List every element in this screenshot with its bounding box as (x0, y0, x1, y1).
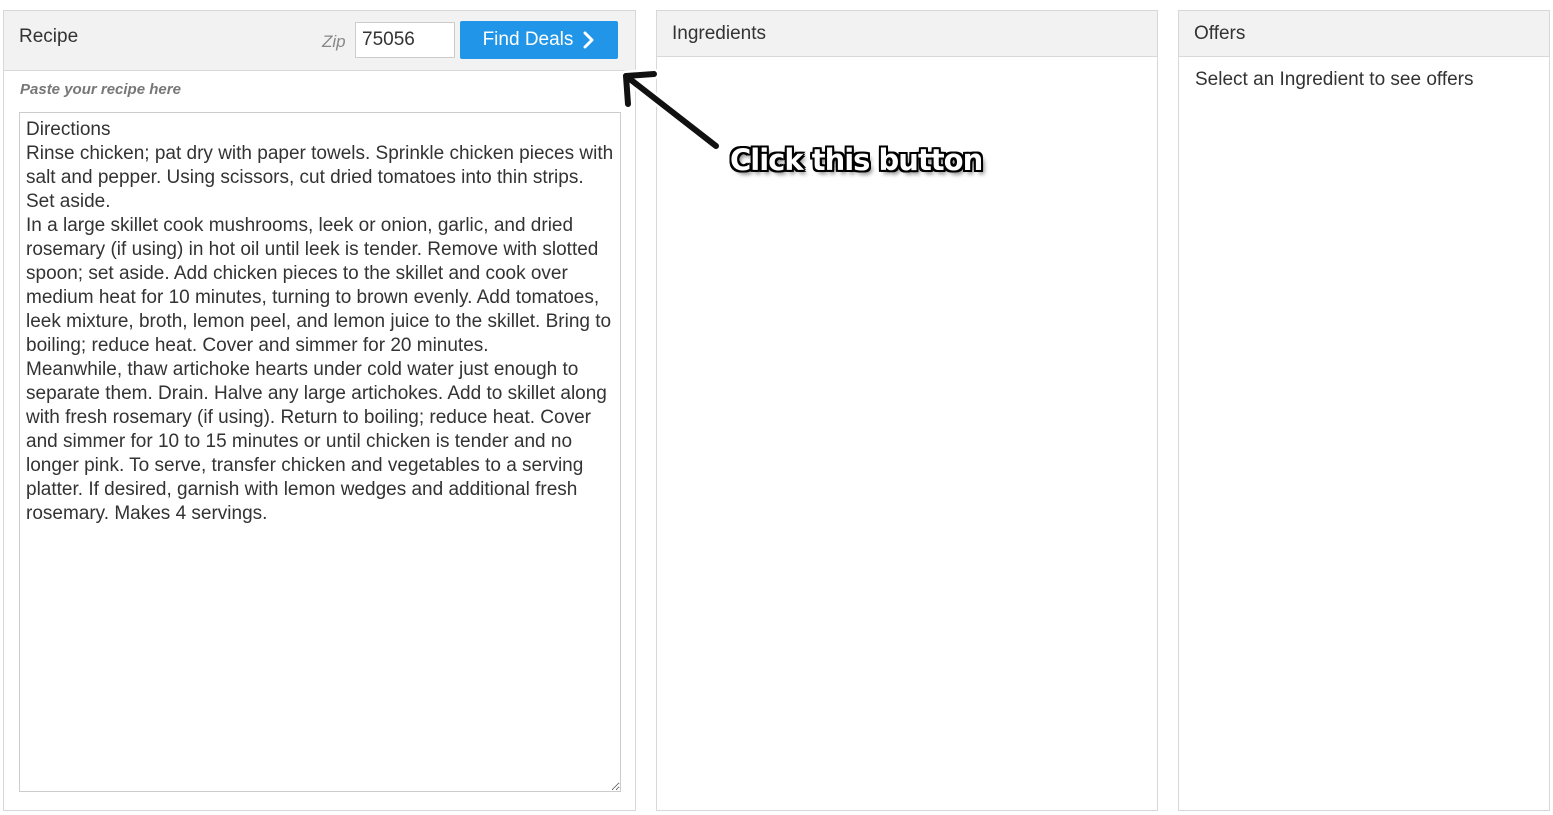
zip-input[interactable] (355, 22, 455, 58)
ingredients-panel-header: Ingredients (657, 11, 1157, 57)
recipe-panel-header: Recipe Zip Find Deals (4, 11, 635, 71)
arrow-up-left-icon (620, 68, 722, 152)
offers-panel: Offers Select an Ingredient to see offer… (1178, 10, 1550, 811)
offers-panel-header: Offers (1179, 11, 1549, 57)
offers-panel-title: Offers (1194, 23, 1246, 44)
recipe-panel: Recipe Zip Find Deals Paste your recipe … (3, 10, 636, 811)
find-deals-button-label: Find Deals (482, 29, 574, 50)
offers-empty-message: Select an Ingredient to see offers (1195, 69, 1474, 90)
ingredients-panel-title: Ingredients (672, 23, 767, 44)
recipe-panel-title: Recipe (19, 26, 79, 47)
zip-label: Zip (322, 32, 346, 51)
paste-recipe-hint: Paste your recipe here (20, 81, 181, 98)
chevron-right-icon (583, 31, 595, 49)
annotation-label: Click this button (730, 143, 983, 177)
find-deals-button[interactable]: Find Deals (460, 21, 618, 59)
recipe-textarea[interactable]: Directions Rinse chicken; pat dry with p… (19, 112, 621, 792)
